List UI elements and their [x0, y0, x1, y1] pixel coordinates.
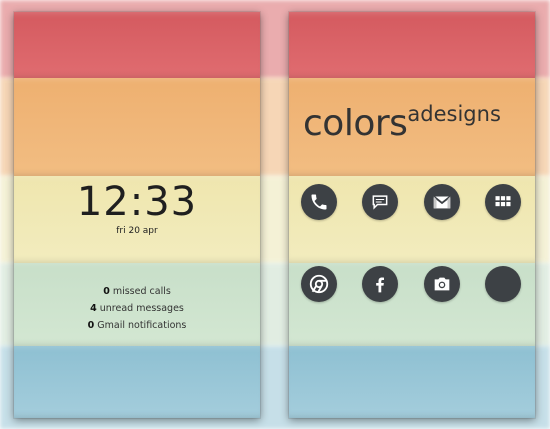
gmail-count: 0: [87, 320, 95, 331]
messages-icon[interactable]: [362, 184, 398, 220]
app-drawer-icon[interactable]: [485, 184, 521, 220]
clock-time: 12:33: [76, 179, 198, 225]
gmail-label: Gmail notifications: [97, 320, 187, 331]
notification-gmail[interactable]: 0 Gmail notifications: [14, 320, 260, 331]
stripe-blue: [289, 346, 535, 418]
unread-messages-label: unread messages: [99, 303, 184, 314]
missed-calls-count: 0: [103, 286, 110, 297]
blank-icon[interactable]: [485, 266, 521, 302]
notification-missed-calls[interactable]: 0 missed calls: [14, 286, 260, 297]
notification-unread-messages[interactable]: 4 unread messages: [14, 303, 260, 314]
stripe-orange: [14, 78, 260, 176]
unread-messages-count: 4: [90, 303, 97, 314]
brand-logo: colorsadesigns: [303, 102, 501, 144]
camera-icon[interactable]: [424, 266, 460, 302]
missed-calls-label: missed calls: [112, 286, 171, 297]
homescreen-phone: colorsadesigns: [289, 12, 535, 418]
facebook-icon[interactable]: [362, 266, 398, 302]
lockscreen-phone: 12:33 fri 20 apr 0 missed calls 4 unread…: [14, 12, 260, 418]
logo-sub-text: adesigns: [407, 102, 501, 126]
stripe-blue: [14, 346, 260, 418]
stripe-red: [14, 12, 260, 78]
logo-main-text: colors: [303, 103, 408, 144]
gmail-icon[interactable]: [424, 184, 460, 220]
chrome-icon[interactable]: [301, 266, 337, 302]
clock-date: fri 20 apr: [116, 226, 158, 236]
stripe-red: [289, 12, 535, 78]
phone-icon[interactable]: [301, 184, 337, 220]
